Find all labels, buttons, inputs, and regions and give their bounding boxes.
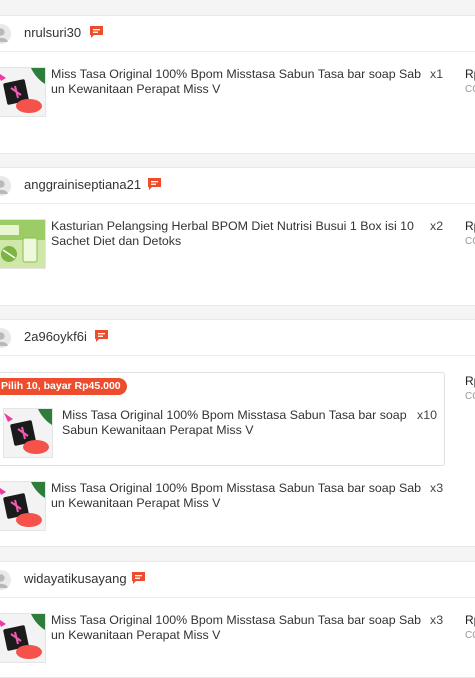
user-avatar-icon[interactable] — [0, 176, 11, 196]
item-quantity: x3 — [430, 613, 444, 627]
item-quantity: x1 — [430, 67, 444, 81]
chat-icon[interactable] — [94, 329, 109, 344]
bundle-item: Miss Tasa Original 100% Bpom Misstasa Sa… — [3, 408, 475, 464]
user-avatar-icon[interactable] — [0, 570, 11, 590]
payment-method: CO — [465, 236, 475, 247]
product-name[interactable]: Miss Tasa Original 100% Bpom Misstasa Sa… — [62, 408, 414, 438]
order-card: anggrainiseptiana21 Kasturian Pelangsing… — [0, 167, 475, 306]
product-name[interactable]: Miss Tasa Original 100% Bpom Misstasa Sa… — [51, 613, 427, 643]
product-name[interactable]: Kasturian Pelangsing Herbal BPOM Diet Nu… — [51, 219, 427, 249]
product-thumbnail[interactable] — [3, 408, 53, 458]
item-quantity: x2 — [430, 219, 444, 233]
order-header: widayatikusayang — [0, 562, 475, 598]
payment-method: CO — [465, 84, 475, 95]
item-price: Rp — [465, 613, 475, 627]
order-item: Kasturian Pelangsing Herbal BPOM Diet Nu… — [0, 219, 475, 275]
bundle-deal-badge: Pilih 10, bayar Rp45.000 — [0, 378, 127, 395]
order-item: Miss Tasa Original 100% Bpom Misstasa Sa… — [0, 67, 475, 123]
order-header: 2a96oykf6i — [0, 320, 475, 356]
product-thumbnail[interactable] — [0, 613, 46, 663]
chat-icon[interactable] — [147, 177, 162, 192]
order-price: Rp — [465, 374, 475, 388]
product-name[interactable]: Miss Tasa Original 100% Bpom Misstasa Sa… — [51, 481, 427, 511]
order-item: Miss Tasa Original 100% Bpom Misstasa Sa… — [0, 613, 475, 669]
buyer-username[interactable]: 2a96oykf6i — [24, 329, 87, 345]
item-price: Rp — [465, 67, 475, 81]
order-item: Miss Tasa Original 100% Bpom Misstasa Sa… — [0, 481, 475, 537]
item-price: Rp — [465, 219, 475, 233]
product-thumbnail[interactable] — [0, 481, 46, 531]
order-header: anggrainiseptiana21 — [0, 168, 475, 204]
product-thumbnail[interactable] — [0, 67, 46, 117]
product-thumbnail[interactable] — [0, 219, 46, 269]
payment-method: CO — [465, 391, 475, 402]
chat-icon[interactable] — [131, 571, 146, 586]
chat-icon[interactable] — [89, 25, 104, 40]
buyer-username[interactable]: widayatikusayang — [24, 571, 127, 587]
user-avatar-icon[interactable] — [0, 24, 11, 44]
buyer-username[interactable]: anggrainiseptiana21 — [24, 177, 141, 193]
item-quantity: x3 — [430, 481, 444, 495]
product-name[interactable]: Miss Tasa Original 100% Bpom Misstasa Sa… — [51, 67, 427, 97]
user-avatar-icon[interactable] — [0, 328, 11, 348]
item-quantity: x10 — [417, 408, 437, 422]
bundle-deal-box: Pilih 10, bayar Rp45.000 Miss Tasa Origi… — [0, 372, 445, 466]
order-header: nrulsuri30 — [0, 16, 475, 52]
payment-method: CO — [465, 630, 475, 641]
order-card: widayatikusayang Miss Tasa Original 100%… — [0, 561, 475, 678]
buyer-username[interactable]: nrulsuri30 — [24, 25, 81, 41]
order-card: nrulsuri30 Miss Tasa Original 100% Bpom … — [0, 15, 475, 154]
